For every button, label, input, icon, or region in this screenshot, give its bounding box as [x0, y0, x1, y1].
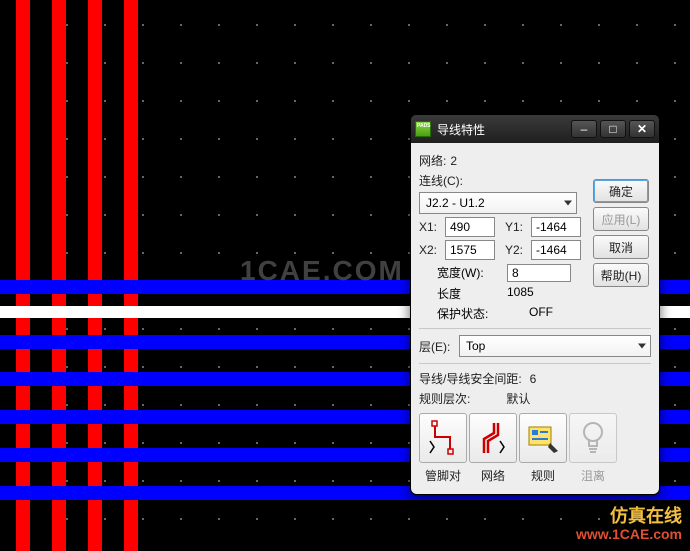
titlebar[interactable]: 导线特性 – □ ✕: [411, 115, 659, 143]
pinpair-icon: [419, 413, 467, 463]
trace-properties-dialog: 导线特性 – □ ✕ 确定 应用(L) 取消 帮助(H) 网络: 2 连线(C)…: [410, 114, 660, 495]
x2-label: X2:: [419, 243, 445, 257]
watermark-corner-line2: www.1CAE.com: [576, 525, 682, 543]
y2-field[interactable]: -1464: [531, 240, 581, 260]
trace-vertical: [52, 0, 66, 551]
connection-value: J2.2 - U1.2: [426, 196, 485, 210]
net-tool[interactable]: 网络: [469, 413, 517, 484]
rule-caption: 规则: [519, 467, 567, 484]
x1-value: 490: [450, 220, 470, 234]
length-value: 1085: [507, 285, 534, 302]
y1-value: -1464: [536, 220, 567, 234]
rule-icon: [519, 413, 567, 463]
y1-field[interactable]: -1464: [531, 217, 581, 237]
hint-caption: 沮离: [569, 467, 617, 484]
rule-level-value: 默认: [506, 390, 530, 407]
length-label: 长度: [437, 285, 507, 302]
chevron-down-icon: [564, 201, 572, 206]
x2-value: 1575: [450, 243, 477, 257]
connection-label: 连线(C):: [419, 172, 463, 189]
safety-value: 6: [530, 372, 537, 386]
guard-value: OFF: [529, 305, 553, 322]
rule-tool[interactable]: 规则: [519, 413, 567, 484]
layer-value: Top: [466, 339, 485, 353]
trace-vertical: [124, 0, 138, 551]
y1-label: Y1:: [505, 220, 531, 234]
layer-combo[interactable]: Top: [459, 335, 651, 357]
cancel-button[interactable]: 取消: [593, 235, 649, 259]
window-minimize-button[interactable]: –: [571, 120, 597, 138]
safety-label: 导线/导线安全间距:: [419, 370, 522, 387]
divider: [419, 363, 651, 364]
net-value: 2: [450, 154, 457, 168]
apply-button[interactable]: 应用(L): [593, 207, 649, 231]
connection-combo[interactable]: J2.2 - U1.2: [419, 192, 577, 214]
hint-tool: 沮离: [569, 413, 617, 484]
window-close-button[interactable]: ✕: [629, 120, 655, 138]
app-icon: [415, 121, 431, 137]
ok-button[interactable]: 确定: [593, 179, 649, 203]
watermark-center: 1CAE.COM: [240, 255, 404, 287]
width-label: 宽度(W):: [437, 264, 507, 282]
x1-label: X1:: [419, 220, 445, 234]
net-label: 网络:: [419, 152, 446, 169]
dialog-title: 导线特性: [437, 121, 568, 138]
pinpair-caption: 管脚对: [419, 467, 467, 484]
y2-label: Y2:: [505, 243, 531, 257]
x2-field[interactable]: 1575: [445, 240, 495, 260]
width-field[interactable]: 8: [507, 264, 571, 282]
watermark-corner-line1: 仿真在线: [576, 507, 682, 525]
pcb-canvas[interactable]: 1CAE.COM 仿真在线 www.1CAE.com 导线特性 – □ ✕ 确定…: [0, 0, 690, 551]
lightbulb-icon: [569, 413, 617, 463]
trace-vertical: [88, 0, 102, 551]
net-caption: 网络: [469, 467, 517, 484]
x1-field[interactable]: 490: [445, 217, 495, 237]
trace-vertical: [16, 0, 30, 551]
divider: [419, 328, 651, 329]
layer-label: 层(E):: [419, 338, 459, 355]
pinpair-tool[interactable]: 管脚对: [419, 413, 467, 484]
chevron-down-icon: [638, 344, 646, 349]
y2-value: -1464: [536, 243, 567, 257]
watermark-corner: 仿真在线 www.1CAE.com: [576, 507, 682, 543]
rule-level-label: 规则层次:: [419, 390, 470, 407]
window-maximize-button[interactable]: □: [600, 120, 626, 138]
width-value: 8: [512, 266, 519, 280]
help-button[interactable]: 帮助(H): [593, 263, 649, 287]
net-icon: [469, 413, 517, 463]
guard-label: 保护状态:: [437, 305, 507, 322]
